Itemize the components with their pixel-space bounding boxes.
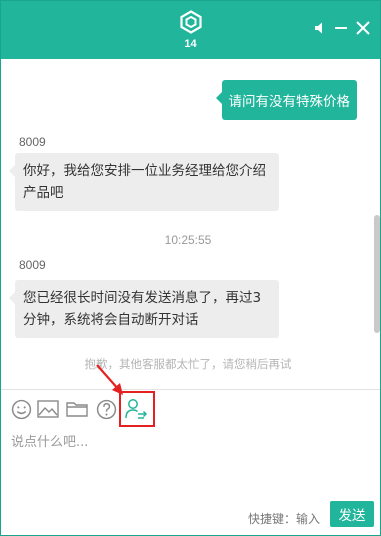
minimize-icon: [335, 27, 347, 29]
image-upload-button[interactable]: [36, 397, 60, 421]
close-icon: [356, 21, 370, 35]
incoming-message: 你好，我给您安排一位业务经理给您介绍产品吧: [9, 153, 279, 211]
minimize-button[interactable]: [330, 17, 352, 39]
folder-icon: [66, 402, 88, 417]
close-button[interactable]: [352, 17, 374, 39]
image-icon: [37, 400, 59, 418]
help-icon: [96, 399, 116, 419]
message-timestamp: 10:25:55: [164, 233, 212, 247]
toolbar-divider: [1, 389, 380, 390]
shortcut-hint: 快捷键：输入: [247, 512, 320, 526]
header-number: 14: [184, 38, 197, 50]
send-button[interactable]: 发送: [330, 501, 374, 527]
speaker-icon: [315, 22, 322, 34]
message-sender: 8009: [19, 258, 46, 272]
chat-header: 14: [1, 1, 380, 59]
annotation-arrow-icon: [96, 364, 123, 395]
outgoing-message: 请问有没有特殊价格: [215, 80, 357, 120]
incoming-message: 您已经很长时间没有发送消息了，再过3分钟，系统将会自动断开对话: [9, 280, 279, 338]
system-notice: 抱歉，其他客服都太忙了，请您稍后再试: [84, 357, 292, 371]
message-sender: 8009: [19, 135, 46, 149]
emoji-button[interactable]: [9, 397, 33, 421]
message-scrollbar[interactable]: [374, 215, 380, 333]
smiley-icon: [11, 399, 31, 419]
file-upload-button[interactable]: [65, 397, 89, 421]
message-input[interactable]: 说点什么吧...: [11, 431, 351, 450]
chat-window: 14 请问有没有特殊价格 8009 你好，我给您安排一位业务经理给您介绍产品吧 …: [0, 0, 381, 536]
volume-button[interactable]: [310, 17, 332, 39]
message-list[interactable]: 请问有没有特殊价格 8009 你好，我给您安排一位业务经理给您介绍产品吧 10:…: [1, 59, 371, 389]
hexagon-logo-icon: [180, 10, 202, 34]
